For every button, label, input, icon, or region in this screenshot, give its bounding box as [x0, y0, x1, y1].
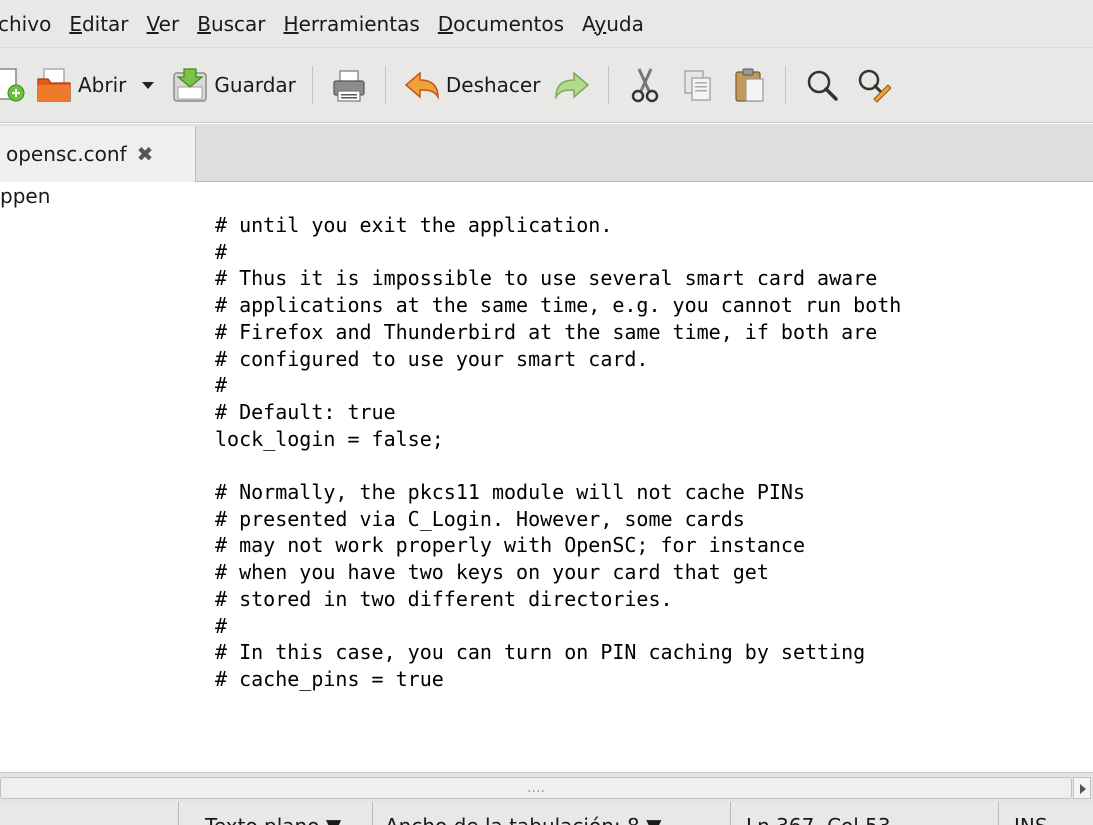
status-bar: Texto plano ▼ Ancho de la tabulación: 8 …	[0, 802, 1093, 825]
toolbar-separator	[608, 66, 610, 104]
scroll-right-arrow-icon[interactable]	[1073, 777, 1091, 799]
text-editor[interactable]: ppen # until you exit the application. #…	[0, 182, 1093, 772]
menu-herramientas[interactable]: Herramientas	[284, 12, 420, 36]
menu-editar-rest: ditar	[81, 11, 129, 36]
open-folder-icon	[37, 68, 71, 102]
status-divider	[372, 802, 373, 825]
menu-documentos-rest: ocumentos	[453, 11, 565, 36]
menu-ver-mnemonic: V	[146, 11, 159, 36]
menu-archivo[interactable]: chivo	[0, 12, 51, 36]
scissors-icon	[632, 68, 659, 103]
open-label: Abrir	[78, 73, 127, 97]
toolbar: Abrir Guardar Deshacer	[0, 48, 1093, 123]
menu-ver[interactable]: Ver	[147, 12, 180, 36]
close-icon[interactable]: ✖	[137, 142, 154, 166]
menu-ver-rest: er	[158, 11, 180, 36]
menu-buscar-mnemonic: B	[197, 11, 211, 36]
tab-opensc-conf[interactable]: opensc.conf ✖	[0, 126, 196, 182]
paste-icon	[735, 68, 765, 102]
menu-ayuda-rest: uda	[606, 11, 644, 36]
save-label: Guardar	[214, 73, 296, 97]
find-button[interactable]	[796, 57, 848, 113]
find-replace-button[interactable]	[848, 57, 900, 113]
language-selector[interactable]: Texto plano ▼	[205, 814, 341, 825]
editor-first-line: ppen	[0, 184, 51, 208]
editor-content[interactable]: # until you exit the application. # # Th…	[215, 212, 901, 693]
status-divider	[730, 802, 731, 825]
menu-editar-mnemonic: E	[69, 11, 82, 36]
toolbar-separator	[311, 66, 313, 104]
menu-documentos[interactable]: Documentos	[438, 12, 564, 36]
new-button[interactable]	[0, 57, 28, 113]
undo-label: Deshacer	[445, 73, 541, 97]
cursor-position: Ln 367, Col 53	[746, 814, 891, 825]
save-button[interactable]: Guardar	[164, 57, 301, 113]
paste-button[interactable]	[723, 57, 775, 113]
open-button[interactable]: Abrir	[28, 57, 132, 113]
status-divider	[178, 802, 179, 825]
open-recent-dropdown[interactable]	[132, 57, 164, 113]
horizontal-scrollbar[interactable]: ....	[0, 772, 1093, 802]
undo-button[interactable]: Deshacer	[396, 57, 547, 113]
insert-mode: INS	[1014, 814, 1048, 825]
printer-icon	[333, 70, 365, 102]
copy-icon	[684, 70, 712, 101]
menu-ayuda-pre: A	[582, 11, 595, 36]
status-divider	[998, 802, 999, 825]
tab-width-selector[interactable]: Ancho de la tabulación: 8 ▼	[385, 814, 661, 825]
save-icon	[173, 68, 208, 102]
toolbar-separator	[785, 66, 787, 104]
menu-bar: chivo Editar Ver Buscar Herramientas Doc…	[0, 0, 1093, 48]
cut-button[interactable]	[619, 57, 671, 113]
redo-button[interactable]	[546, 57, 598, 113]
menu-documentos-mnemonic: D	[437, 11, 454, 36]
menu-buscar-rest: uscar	[210, 11, 266, 36]
print-button[interactable]	[323, 57, 375, 113]
menu-herramientas-rest: erramientas	[298, 11, 420, 36]
menu-ayuda[interactable]: Ayuda	[582, 12, 644, 36]
copy-button[interactable]	[671, 57, 723, 113]
redo-icon	[555, 71, 590, 100]
language-label: Texto plano	[205, 814, 319, 825]
tab-label: opensc.conf	[6, 142, 127, 166]
menu-buscar[interactable]: Buscar	[197, 12, 265, 36]
chevron-down-icon	[142, 81, 155, 89]
menu-editar[interactable]: Editar	[69, 12, 128, 36]
toolbar-separator	[384, 66, 386, 104]
find-replace-icon	[859, 69, 893, 103]
new-document-icon	[0, 68, 25, 102]
undo-icon	[404, 71, 439, 100]
tab-width-label: Ancho de la tabulación: 8	[385, 814, 640, 825]
menu-herramientas-mnemonic: H	[283, 11, 299, 36]
search-icon	[808, 70, 839, 101]
scrollbar-thumb[interactable]: ....	[0, 777, 1072, 799]
menu-ayuda-mnemonic: y	[594, 11, 607, 36]
scrollbar-grip: ....	[527, 780, 545, 796]
document-tabs: opensc.conf ✖	[0, 124, 1093, 182]
